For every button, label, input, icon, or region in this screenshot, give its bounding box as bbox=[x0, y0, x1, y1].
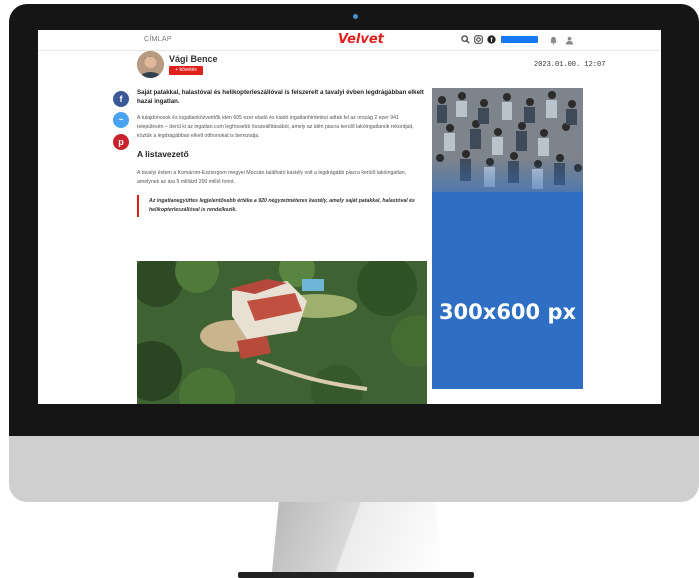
site-logo[interactable]: Velvet bbox=[338, 32, 384, 47]
article-photo bbox=[137, 261, 427, 404]
monitor-stand-base bbox=[238, 572, 474, 578]
follow-button[interactable]: + követés bbox=[169, 66, 203, 75]
bell-icon[interactable] bbox=[549, 36, 558, 45]
nav-home-link[interactable]: CÍMLAP bbox=[144, 36, 172, 43]
messenger-share-icon[interactable]: ~ bbox=[113, 112, 129, 128]
article-lead: Saját patakkal, halastóval és helikopter… bbox=[137, 89, 424, 105]
author-name[interactable]: Vági Bence bbox=[169, 54, 218, 64]
user-icon[interactable] bbox=[565, 36, 574, 45]
article-date: 2023.01.00. 12:07 bbox=[534, 61, 606, 69]
article-subheading: A listavezető bbox=[137, 149, 189, 159]
instagram-icon[interactable] bbox=[474, 35, 483, 44]
monitor-chin bbox=[9, 436, 699, 502]
facebook-icon[interactable]: f bbox=[487, 35, 496, 44]
camera-icon bbox=[353, 14, 358, 19]
monitor-stand bbox=[272, 502, 442, 572]
browser-screen: CÍMLAP Velvet f Vági Bence + követés 202… bbox=[38, 30, 661, 404]
article-quote: Az ingatlanegyüttes legjelentősebb érték… bbox=[137, 195, 425, 217]
article-body: Saját patakkal, halastóval és helikopter… bbox=[137, 88, 425, 227]
ad-banner[interactable]: 300x600 px bbox=[432, 88, 583, 389]
article-paragraph: A tavalyi évben a Komárom-Esztergom megy… bbox=[137, 170, 407, 185]
facebook-like-button[interactable] bbox=[501, 36, 538, 43]
site-header: CÍMLAP Velvet f bbox=[38, 30, 661, 51]
ad-size-label: 300x600 px bbox=[438, 300, 577, 324]
search-icon[interactable] bbox=[461, 35, 470, 44]
ad-gradient bbox=[432, 158, 583, 218]
author-avatar[interactable] bbox=[137, 51, 164, 78]
facebook-share-icon[interactable]: f bbox=[113, 91, 129, 107]
pinterest-share-icon[interactable]: p bbox=[113, 134, 129, 150]
article-paragraph: A tulajdonosok és ingatlanközvetítők idé… bbox=[137, 115, 414, 139]
